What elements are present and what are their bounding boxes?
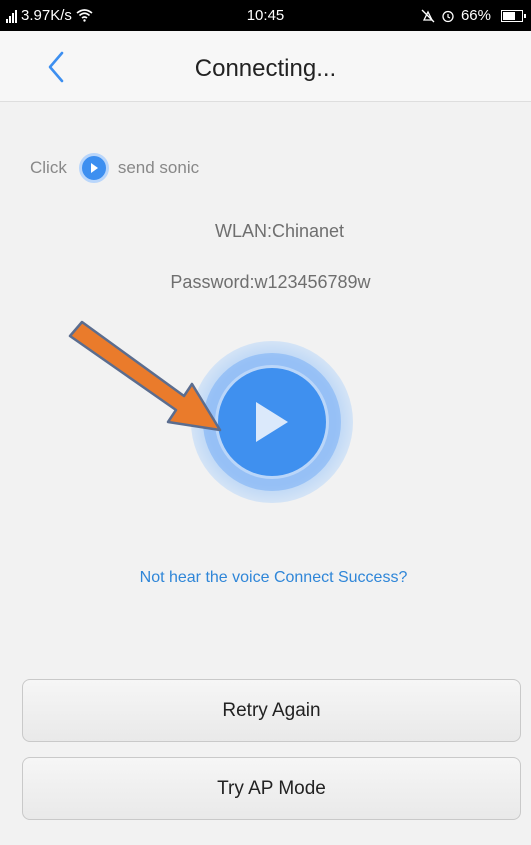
- voice-help-link[interactable]: Not hear the voice Connect Success?: [0, 569, 531, 587]
- mute-icon: [421, 9, 435, 22]
- wlan-password: Password:w123456789w: [170, 272, 371, 292]
- battery-percent: 66%: [460, 7, 491, 24]
- nav-header: Connecting...: [0, 31, 531, 102]
- retry-button[interactable]: Retry Again: [22, 679, 521, 742]
- play-icon: [78, 153, 109, 183]
- status-right: 66%: [421, 7, 526, 24]
- wlan-name: WLAN:Chinanet: [214, 221, 345, 241]
- hint-suffix: send sonic: [117, 158, 200, 177]
- battery-icon: [501, 9, 526, 22]
- app-screen: 3.97K/s 10:45 66% Connecting... Click se…: [0, 0, 531, 845]
- alarm-icon: [442, 10, 454, 22]
- play-icon: [256, 402, 288, 442]
- hint-prefix: Click: [30, 158, 67, 177]
- page-title: Connecting...: [194, 55, 337, 82]
- send-sonic-hint: Click send sonic: [30, 153, 199, 183]
- ap-mode-button[interactable]: Try AP Mode: [22, 757, 521, 820]
- arrow-icon: [68, 320, 222, 432]
- play-button-core: [218, 368, 326, 476]
- status-bar: 3.97K/s 10:45 66%: [0, 0, 531, 31]
